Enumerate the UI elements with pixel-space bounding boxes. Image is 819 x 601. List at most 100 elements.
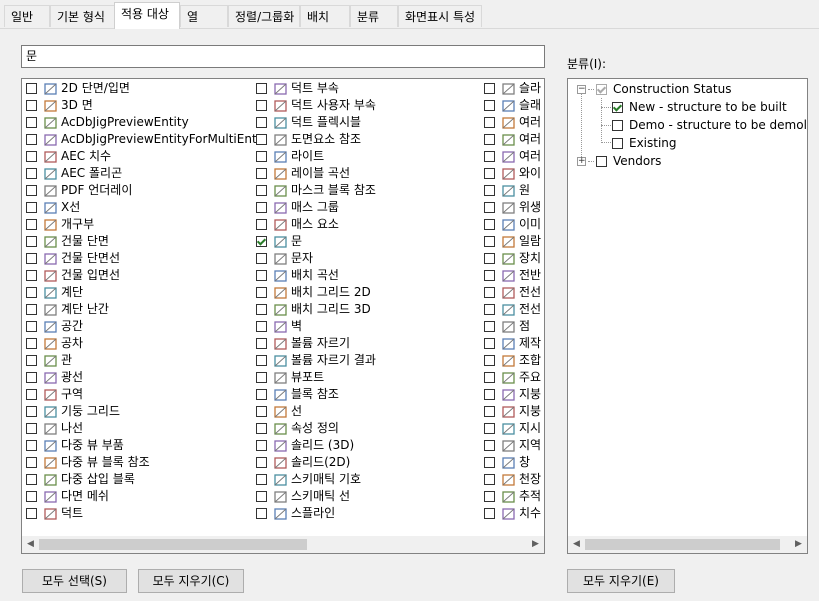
list-item[interactable]: 공차 xyxy=(26,335,256,352)
tab-general[interactable]: 일반 xyxy=(4,5,50,27)
tree-node-construction-status[interactable]: − Construction Status xyxy=(577,81,731,98)
item-checkbox[interactable] xyxy=(484,355,495,366)
list-item[interactable]: 계단 xyxy=(26,284,256,301)
list-item[interactable]: 솔리드 (3D) xyxy=(256,437,484,454)
tab-layout[interactable]: 배치 xyxy=(300,5,350,27)
tree-checkbox[interactable] xyxy=(596,156,607,167)
item-checkbox[interactable] xyxy=(256,355,267,366)
list-item[interactable]: 공간 xyxy=(26,318,256,335)
item-checkbox[interactable] xyxy=(26,236,37,247)
tree-node-existing[interactable]: Existing xyxy=(612,135,677,152)
item-checkbox[interactable] xyxy=(484,440,495,451)
item-checkbox[interactable] xyxy=(26,253,37,264)
item-checkbox[interactable] xyxy=(484,389,495,400)
scroll-thumb[interactable] xyxy=(39,539,307,550)
tab-basic-format[interactable]: 기본 형식 xyxy=(50,5,115,27)
item-checkbox[interactable] xyxy=(484,83,495,94)
item-checkbox[interactable] xyxy=(26,219,37,230)
item-checkbox[interactable] xyxy=(484,304,495,315)
scroll-left-icon[interactable]: ◀ xyxy=(569,538,584,551)
list-item[interactable]: 와이 xyxy=(484,165,544,182)
list-item[interactable]: 벽 xyxy=(256,318,484,335)
list-item[interactable]: 볼륨 자르기 xyxy=(256,335,484,352)
list-item[interactable]: 슬라 xyxy=(484,80,544,97)
classification-tree[interactable]: − Construction Status New - structure to… xyxy=(567,78,808,554)
item-checkbox[interactable] xyxy=(484,423,495,434)
tab-columns[interactable]: 열 xyxy=(180,5,228,27)
item-checkbox[interactable] xyxy=(26,287,37,298)
tree-checkbox[interactable] xyxy=(612,120,623,131)
list-item[interactable]: 원 xyxy=(484,182,544,199)
item-checkbox[interactable] xyxy=(26,406,37,417)
item-checkbox[interactable] xyxy=(26,355,37,366)
list-item[interactable]: 매스 요소 xyxy=(256,216,484,233)
list-item[interactable]: 매스 그룹 xyxy=(256,199,484,216)
item-checkbox[interactable] xyxy=(256,185,267,196)
item-checkbox[interactable] xyxy=(256,491,267,502)
item-checkbox[interactable] xyxy=(26,491,37,502)
item-checkbox[interactable] xyxy=(26,134,37,145)
item-checkbox[interactable] xyxy=(256,202,267,213)
item-checkbox[interactable] xyxy=(484,372,495,383)
tree-node-vendors[interactable]: + Vendors xyxy=(577,153,661,170)
list-item[interactable]: 다중 뷰 블록 참조 xyxy=(26,454,256,471)
item-checkbox[interactable] xyxy=(256,236,267,247)
item-checkbox[interactable] xyxy=(26,338,37,349)
list-item[interactable]: 여러 xyxy=(484,114,544,131)
list-item[interactable]: 지시 xyxy=(484,420,544,437)
item-checkbox[interactable] xyxy=(26,508,37,519)
list-item[interactable]: 지역 xyxy=(484,437,544,454)
list-item[interactable]: 여러 xyxy=(484,131,544,148)
item-checkbox[interactable] xyxy=(484,151,495,162)
list-item[interactable]: 나선 xyxy=(26,420,256,437)
item-checkbox[interactable] xyxy=(256,321,267,332)
list-item[interactable]: 다면 메쉬 xyxy=(26,488,256,505)
list-item[interactable]: PDF 언더레이 xyxy=(26,182,256,199)
expand-icon[interactable]: + xyxy=(577,157,586,166)
item-checkbox[interactable] xyxy=(484,236,495,247)
object-type-list[interactable]: 2D 단면/입면 3D 면 AcDbJigPreviewEntity AcDbJigP… xyxy=(21,78,545,554)
item-checkbox[interactable] xyxy=(484,491,495,502)
list-item[interactable]: 기둥 그리드 xyxy=(26,403,256,420)
item-checkbox[interactable] xyxy=(26,304,37,315)
list-item[interactable]: 전반 xyxy=(484,267,544,284)
tab-display-props[interactable]: 화면표시 특성 xyxy=(398,5,482,27)
list-item[interactable]: 스키매틱 선 xyxy=(256,488,484,505)
item-checkbox[interactable] xyxy=(484,287,495,298)
list-item[interactable]: 뷰포트 xyxy=(256,369,484,386)
list-item[interactable]: 여러 xyxy=(484,148,544,165)
tree-node-demo[interactable]: Demo - structure to be demolished xyxy=(612,117,807,134)
item-checkbox[interactable] xyxy=(26,100,37,111)
item-checkbox[interactable] xyxy=(26,423,37,434)
item-checkbox[interactable] xyxy=(484,185,495,196)
list-item[interactable]: 속성 정의 xyxy=(256,420,484,437)
list-item[interactable]: 제작 xyxy=(484,335,544,352)
list-item[interactable]: 블록 참조 xyxy=(256,386,484,403)
item-checkbox[interactable] xyxy=(256,270,267,281)
item-checkbox[interactable] xyxy=(484,474,495,485)
item-checkbox[interactable] xyxy=(26,457,37,468)
item-checkbox[interactable] xyxy=(26,185,37,196)
list-item[interactable]: 스플라인 xyxy=(256,505,484,522)
list-item[interactable]: 계단 난간 xyxy=(26,301,256,318)
tree-checkbox[interactable] xyxy=(612,102,623,113)
scroll-left-icon[interactable]: ◀ xyxy=(23,538,38,551)
list-item[interactable]: 2D 단면/입면 xyxy=(26,80,256,97)
list-item[interactable]: 이미 xyxy=(484,216,544,233)
clear-all-classification-button[interactable]: 모두 지우기(E) xyxy=(567,569,675,593)
list-item[interactable]: 조합 xyxy=(484,352,544,369)
tab-applies-to[interactable]: 적용 대상 xyxy=(114,2,180,29)
item-checkbox[interactable] xyxy=(256,287,267,298)
list-item[interactable]: 스키매틱 기호 xyxy=(256,471,484,488)
item-checkbox[interactable] xyxy=(484,168,495,179)
item-checkbox[interactable] xyxy=(484,338,495,349)
item-checkbox[interactable] xyxy=(484,321,495,332)
list-item[interactable]: 추적 xyxy=(484,488,544,505)
list-item[interactable]: 레이블 곡선 xyxy=(256,165,484,182)
item-checkbox[interactable] xyxy=(256,406,267,417)
item-checkbox[interactable] xyxy=(256,304,267,315)
list-item[interactable]: 천장 xyxy=(484,471,544,488)
tab-classification[interactable]: 분류 xyxy=(350,5,398,27)
list-item[interactable]: 광선 xyxy=(26,369,256,386)
list-item[interactable]: 덕트 플렉시블 xyxy=(256,114,484,131)
